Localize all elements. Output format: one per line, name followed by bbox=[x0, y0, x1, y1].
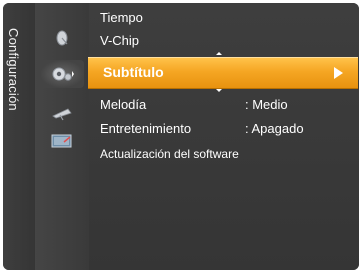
menu-item-subtitulo[interactable]: Subtítulo bbox=[103, 64, 164, 80]
category-icons bbox=[35, 3, 89, 270]
menu-item-actualizacion[interactable]: Actualización del software bbox=[100, 147, 239, 161]
antenna-icon[interactable] bbox=[50, 104, 74, 122]
section-title: Configuración bbox=[6, 28, 21, 111]
menu-item-tiempo[interactable]: Tiempo bbox=[100, 10, 143, 25]
scroll-up-icon bbox=[216, 52, 222, 55]
menu-item-entretenimiento[interactable]: Entretenimiento bbox=[100, 121, 191, 136]
section-tab: Configuración bbox=[3, 3, 35, 270]
satellite-dish-icon[interactable] bbox=[50, 29, 74, 47]
gear-icon[interactable] bbox=[50, 65, 74, 83]
input-icon[interactable] bbox=[50, 132, 74, 150]
menu-item-melodia[interactable]: Melodía bbox=[100, 97, 146, 112]
tv-screen: Configuración Tiempo V-Chip Subtítulo Me… bbox=[0, 0, 363, 274]
melodia-value: : Medio bbox=[245, 97, 288, 112]
menu-item-vchip[interactable]: V-Chip bbox=[100, 33, 139, 48]
entretenimiento-value: : Apagado bbox=[245, 121, 304, 136]
menu-frame: Configuración bbox=[3, 3, 359, 270]
scroll-down-icon bbox=[216, 89, 222, 92]
chevron-right-icon bbox=[334, 67, 343, 79]
